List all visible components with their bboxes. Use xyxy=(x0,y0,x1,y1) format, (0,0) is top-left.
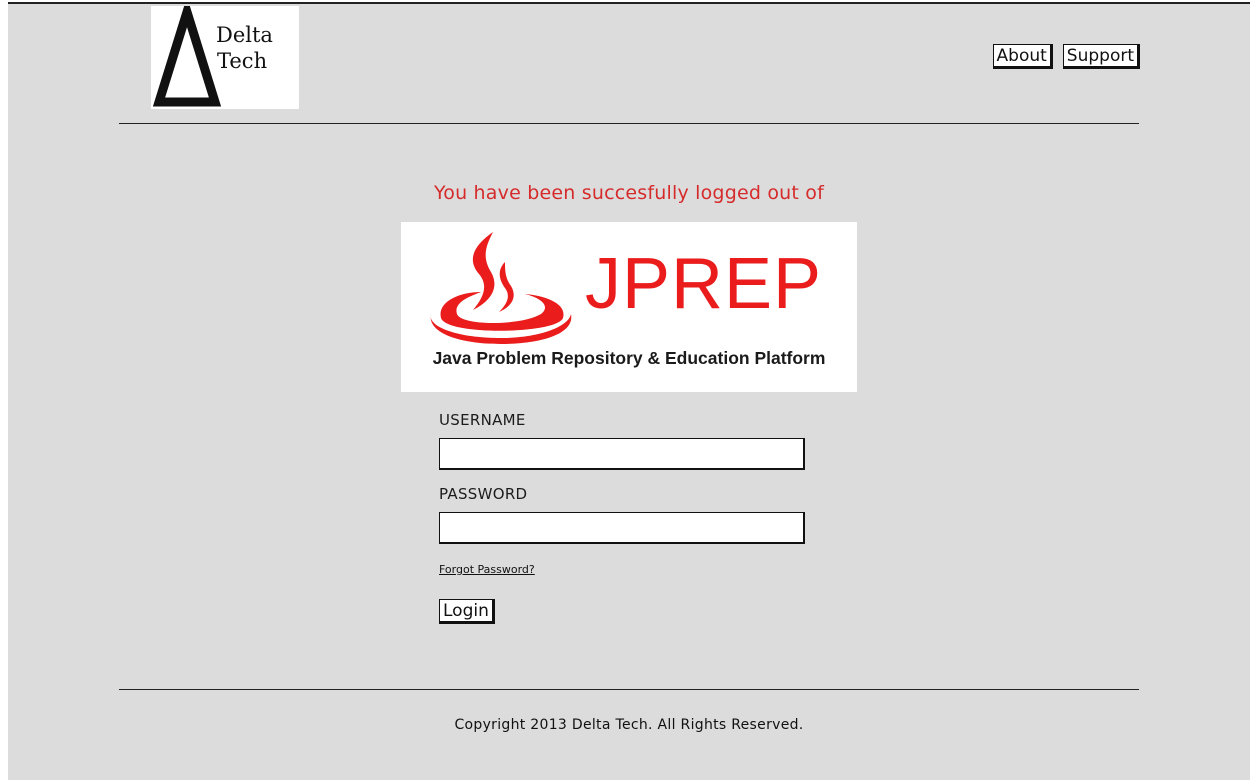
page-frame: Delta Tech About Support You have been s… xyxy=(8,2,1250,780)
footer-divider xyxy=(119,689,1139,690)
brand-name-line2: Tech xyxy=(217,49,268,73)
username-input[interactable] xyxy=(439,438,805,470)
forgot-password-link[interactable]: Forgot Password? xyxy=(439,563,535,576)
logout-message: You have been succesfully logged out of xyxy=(433,182,825,204)
login-button[interactable]: Login xyxy=(439,599,495,624)
login-form: USERNAME PASSWORD Forgot Password? Login xyxy=(439,410,819,624)
header-divider xyxy=(119,123,1139,124)
product-tagline: Java Problem Repository & Education Plat… xyxy=(432,348,826,368)
about-button[interactable]: About xyxy=(992,44,1053,69)
product-name: JPREP xyxy=(585,244,823,324)
delta-tech-logo[interactable]: Delta Tech xyxy=(151,6,299,109)
password-label: PASSWORD xyxy=(439,485,528,503)
java-flame-cup-icon xyxy=(430,232,572,344)
top-nav: About Support xyxy=(992,44,1140,69)
copyright-text: Copyright 2013 Delta Tech. All Rights Re… xyxy=(454,717,804,733)
jprep-logo: JPREP Java Problem Repository & Educatio… xyxy=(401,222,857,392)
brand-name-line1: Delta xyxy=(216,23,273,47)
support-button[interactable]: Support xyxy=(1062,44,1140,69)
username-label: USERNAME xyxy=(439,411,526,429)
password-input[interactable] xyxy=(439,512,805,544)
brand-name: Delta Tech xyxy=(216,22,273,74)
